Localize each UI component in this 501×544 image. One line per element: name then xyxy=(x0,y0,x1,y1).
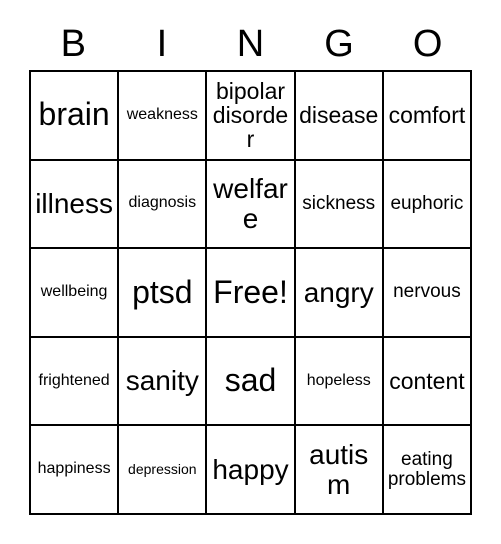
bingo-cell-label: illness xyxy=(35,188,113,220)
bingo-card: B I N G O brain weakness bipolar disorde… xyxy=(0,0,501,544)
bingo-cell-b1[interactable]: brain xyxy=(31,72,120,161)
bingo-cell-label: nervous xyxy=(393,281,461,303)
bingo-cell-g2[interactable]: sickness xyxy=(295,160,384,250)
bingo-cell-b2[interactable]: illness xyxy=(31,160,120,250)
bingo-grid: brain weakness bipolar disorder disease … xyxy=(29,70,473,515)
bingo-cell-label: wellbeing xyxy=(40,283,108,300)
bingo-cell-label: depression xyxy=(128,461,197,478)
bingo-row: frightened sanity sad hopeless content xyxy=(31,337,473,427)
bingo-cell-free-space[interactable]: Free! xyxy=(207,249,296,338)
bingo-cell-label: autism xyxy=(309,439,369,500)
bingo-header-letter-b: B xyxy=(60,23,86,65)
bingo-cell-b4[interactable]: frightened xyxy=(31,337,120,427)
bingo-cell-label: happy xyxy=(212,453,289,485)
bingo-cell-i3[interactable]: ptsd xyxy=(119,249,208,338)
bingo-cell-i4[interactable]: sanity xyxy=(119,337,208,427)
bingo-cell-g4[interactable]: hopeless xyxy=(295,337,384,427)
bingo-cell-label: weakness xyxy=(126,105,198,123)
bingo-cell-o1[interactable]: comfort xyxy=(383,72,473,161)
bingo-header-letter-n: N xyxy=(236,23,265,65)
bingo-cell-i2[interactable]: diagnosis xyxy=(119,160,208,250)
bingo-cell-b5[interactable]: happiness xyxy=(31,426,120,515)
bingo-cell-o3[interactable]: nervous xyxy=(383,249,473,338)
bingo-cell-o5[interactable]: eating problems xyxy=(383,426,473,515)
bingo-row: illness diagnosis welfare sickness eupho… xyxy=(31,160,473,250)
bingo-cell-label: happiness xyxy=(37,460,111,478)
bingo-row: brain weakness bipolar disorder disease … xyxy=(31,72,473,161)
bingo-row: happiness depression happy autism eating… xyxy=(31,426,473,515)
bingo-cell-label: hopeless xyxy=(306,371,371,389)
bingo-cell-label: sickness xyxy=(302,192,376,214)
bingo-cell-i5[interactable]: depression xyxy=(119,426,208,515)
bingo-cell-label: disease xyxy=(299,102,379,129)
bingo-cell-n1[interactable]: bipolar disorder xyxy=(207,72,296,161)
bingo-cell-label: brain xyxy=(38,96,110,133)
bingo-cell-g3[interactable]: angry xyxy=(295,249,384,338)
bingo-cell-label: sanity xyxy=(125,365,199,397)
bingo-cell-n4[interactable]: sad xyxy=(207,337,296,427)
bingo-cell-g5[interactable]: autism xyxy=(295,426,384,515)
bingo-free-space-label: Free! xyxy=(213,273,288,310)
bingo-cell-label: angry xyxy=(303,276,374,308)
bingo-cell-o2[interactable]: euphoric xyxy=(383,160,473,250)
bingo-header-letter-i: I xyxy=(156,23,168,65)
bingo-cell-n2[interactable]: welfare xyxy=(207,160,296,250)
bingo-cell-n5[interactable]: happy xyxy=(207,426,296,515)
bingo-header-letter-g: G xyxy=(324,23,354,65)
bingo-header-letter-o: O xyxy=(412,23,443,65)
bingo-cell-label: comfort xyxy=(388,102,466,129)
bingo-header: B I N G O xyxy=(29,22,472,66)
bingo-cell-label: frightened xyxy=(38,371,110,389)
bingo-cell-label: bipolar disorder xyxy=(212,77,289,153)
bingo-cell-label: diagnosis xyxy=(128,194,197,212)
bingo-cell-i1[interactable]: weakness xyxy=(119,72,208,161)
bingo-cell-o4[interactable]: content xyxy=(383,337,473,427)
bingo-cell-label: euphoric xyxy=(390,192,464,214)
bingo-cell-g1[interactable]: disease xyxy=(295,72,384,161)
bingo-cell-label: sad xyxy=(224,362,277,399)
bingo-row: wellbeing ptsd Free! angry nervous xyxy=(31,249,473,338)
bingo-cell-label: welfare xyxy=(213,173,288,234)
bingo-cell-label: content xyxy=(389,367,465,394)
bingo-cell-b3[interactable]: wellbeing xyxy=(31,249,120,338)
bingo-cell-label: eating problems xyxy=(387,448,466,490)
bingo-cell-label: ptsd xyxy=(132,273,193,310)
